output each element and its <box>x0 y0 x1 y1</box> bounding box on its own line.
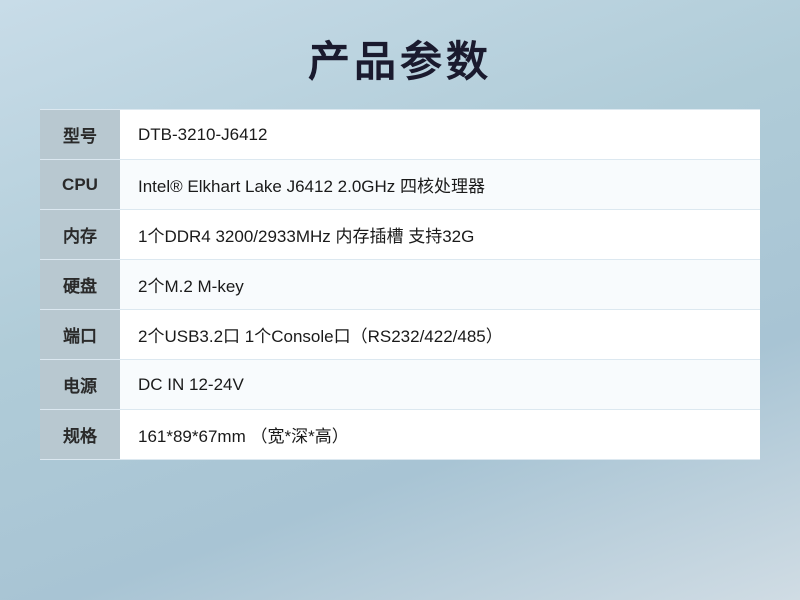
table-row: CPUIntel® Elkhart Lake J6412 2.0GHz 四核处理… <box>40 160 760 210</box>
label-memory: 内存 <box>40 210 120 260</box>
label-ports: 端口 <box>40 310 120 360</box>
page-title: 产品参数 <box>308 28 492 89</box>
table-row: 硬盘2个M.2 M-key <box>40 260 760 310</box>
table-row: 型号DTB-3210-J6412 <box>40 110 760 160</box>
label-power: 电源 <box>40 360 120 410</box>
specs-table: 型号DTB-3210-J6412CPUIntel® Elkhart Lake J… <box>40 109 760 460</box>
label-model: 型号 <box>40 110 120 160</box>
label-size: 规格 <box>40 410 120 460</box>
value-power: DC IN 12-24V <box>120 360 760 410</box>
table-row: 端口2个USB3.2口 1个Console口（RS232/422/485） <box>40 310 760 360</box>
value-ports: 2个USB3.2口 1个Console口（RS232/422/485） <box>120 310 760 360</box>
value-size: 161*89*67mm （宽*深*高） <box>120 410 760 460</box>
table-row: 电源DC IN 12-24V <box>40 360 760 410</box>
label-cpu: CPU <box>40 160 120 210</box>
label-storage: 硬盘 <box>40 260 120 310</box>
value-model: DTB-3210-J6412 <box>120 110 760 160</box>
table-row: 规格161*89*67mm （宽*深*高） <box>40 410 760 460</box>
value-memory: 1个DDR4 3200/2933MHz 内存插槽 支持32G <box>120 210 760 260</box>
value-storage: 2个M.2 M-key <box>120 260 760 310</box>
table-row: 内存1个DDR4 3200/2933MHz 内存插槽 支持32G <box>40 210 760 260</box>
value-cpu: Intel® Elkhart Lake J6412 2.0GHz 四核处理器 <box>120 160 760 210</box>
